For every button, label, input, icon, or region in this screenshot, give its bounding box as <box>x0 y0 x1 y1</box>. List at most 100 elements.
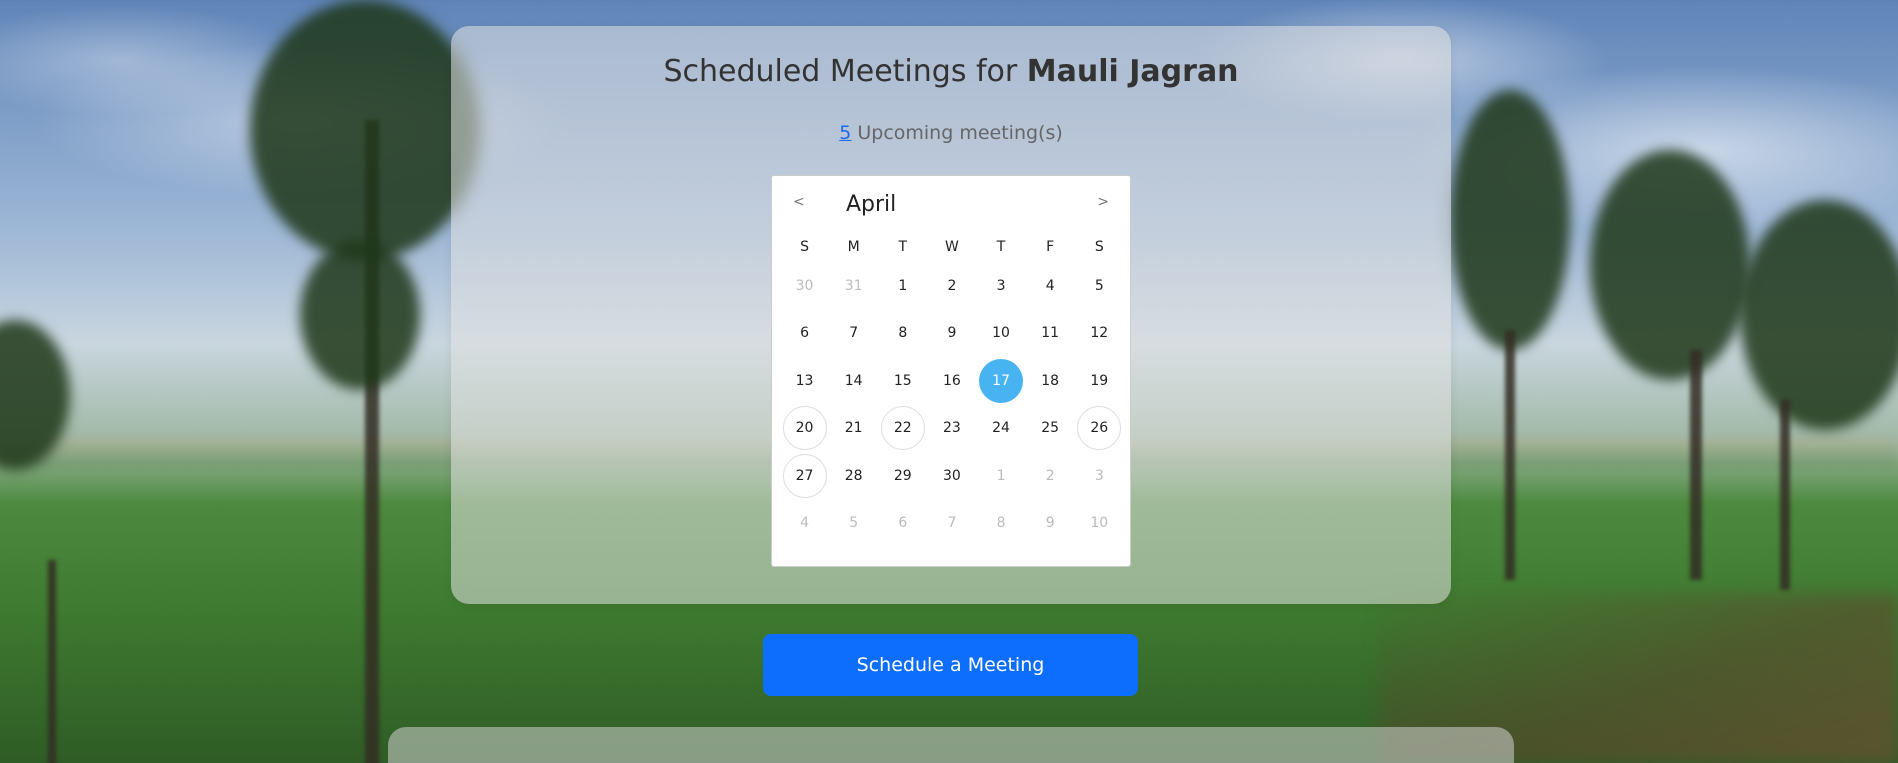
calendar-day-number: 28 <box>844 467 863 484</box>
calendar-day-outside-month[interactable]: 9 <box>1026 500 1075 548</box>
calendar-day[interactable]: 5 <box>1075 262 1124 310</box>
calendar-day-outside-month[interactable]: 31 <box>829 262 878 310</box>
calendar-day-outside-month[interactable]: 7 <box>927 500 976 548</box>
calendar-day-outside-month[interactable]: 10 <box>1075 500 1124 548</box>
calendar-day[interactable]: 25 <box>1026 405 1075 453</box>
calendar-day[interactable]: 19 <box>1075 357 1124 405</box>
calendar-day[interactable]: 15 <box>878 357 927 405</box>
calendar-day-number: 8 <box>898 325 908 342</box>
calendar-day-outside-month[interactable]: 3 <box>1075 452 1124 500</box>
calendar-day-number: 6 <box>898 515 908 532</box>
meetings-card: Scheduled Meetings for Mauli Jagran 5 Up… <box>451 26 1451 604</box>
calendar-grid: S M T W T F S 30 31 1 2 3 4 5 6 7 8 9 10 11 12 13 14 15 1… <box>780 236 1124 547</box>
calendar-day-number: 26 <box>1077 406 1122 451</box>
calendar-day-number: 8 <box>996 515 1006 532</box>
calendar-day[interactable]: 13 <box>780 357 829 405</box>
calendar-day-number: 3 <box>996 277 1006 294</box>
calendar-day[interactable]: 18 <box>1026 357 1075 405</box>
calendar-day[interactable]: 16 <box>927 357 976 405</box>
title-prefix: Scheduled Meetings for <box>663 54 1018 89</box>
calendar-day-number: 1 <box>996 467 1006 484</box>
upcoming-label: Upcoming meeting(s) <box>857 122 1063 144</box>
calendar-day-number: 4 <box>800 515 810 532</box>
calendar-day-number: 10 <box>992 325 1010 342</box>
calendar-day-number: 19 <box>1090 372 1109 389</box>
calendar-day[interactable]: 4 <box>1026 262 1075 310</box>
calendar-day-number: 22 <box>880 406 925 451</box>
calendar-day-number: 14 <box>844 372 863 389</box>
calendar-day-today[interactable]: 17 <box>977 357 1026 405</box>
calendar-week-row: 4 5 6 7 8 9 10 <box>780 500 1124 548</box>
calendar-day[interactable]: 29 <box>878 452 927 500</box>
calendar-day[interactable]: 7 <box>829 310 878 358</box>
calendar-day[interactable]: 28 <box>829 452 878 500</box>
calendar: < April > S M T W T F S 30 31 1 2 3 4 5 6 7 8 9 10 1… <box>771 175 1131 567</box>
calendar-day-number: 4 <box>1045 277 1055 294</box>
calendar-week-row: 20 21 22 23 24 25 26 <box>780 405 1124 453</box>
user-name: Mauli Jagran <box>1026 54 1239 89</box>
calendar-day-outside-month[interactable]: 4 <box>780 500 829 548</box>
calendar-day-meeting[interactable]: 27 <box>780 452 829 500</box>
next-month-button[interactable]: > <box>1097 194 1109 210</box>
calendar-day[interactable]: 1 <box>878 262 927 310</box>
calendar-day[interactable]: 12 <box>1075 310 1124 358</box>
weekday-row: S M T W T F S <box>780 232 1124 262</box>
calendar-day-number: 6 <box>800 325 810 342</box>
calendar-day-number: 17 <box>979 358 1024 403</box>
calendar-day-number: 23 <box>943 420 961 437</box>
calendar-day-number: 30 <box>943 467 961 484</box>
calendar-week-row: 6 7 8 9 10 11 12 <box>780 310 1124 358</box>
weekday-label: T <box>996 239 1006 255</box>
calendar-day-number: 9 <box>1045 515 1055 532</box>
calendar-day-number: 15 <box>893 372 912 389</box>
calendar-day-number: 25 <box>1041 420 1060 437</box>
calendar-day-number: 5 <box>1094 277 1104 294</box>
calendar-day[interactable]: 6 <box>780 310 829 358</box>
calendar-day[interactable]: 9 <box>927 310 976 358</box>
calendar-day-number: 12 <box>1090 325 1109 342</box>
calendar-day[interactable]: 23 <box>927 405 976 453</box>
calendar-day-number: 30 <box>795 277 814 294</box>
calendar-day-outside-month[interactable]: 30 <box>780 262 829 310</box>
schedule-meeting-button[interactable]: Schedule a Meeting <box>763 634 1138 696</box>
calendar-day[interactable]: 24 <box>977 405 1026 453</box>
calendar-day[interactable]: 3 <box>977 262 1026 310</box>
calendar-week-row: 27 28 29 30 1 2 3 <box>780 452 1124 500</box>
weekday-label: T <box>898 239 908 255</box>
calendar-day-number: 7 <box>849 325 859 342</box>
calendar-day-outside-month[interactable]: 5 <box>829 500 878 548</box>
calendar-week-row: 13 14 15 16 17 18 19 <box>780 357 1124 405</box>
prev-month-button[interactable]: < <box>793 194 805 210</box>
calendar-header: < April > <box>772 176 1130 228</box>
calendar-day-outside-month[interactable]: 1 <box>977 452 1026 500</box>
calendar-day-number: 5 <box>849 515 859 532</box>
weekday-label: W <box>945 239 959 255</box>
calendar-day-number: 2 <box>947 277 957 294</box>
calendar-day-outside-month[interactable]: 2 <box>1026 452 1075 500</box>
page-title: Scheduled Meetings for Mauli Jagran <box>451 54 1451 89</box>
calendar-day[interactable]: 11 <box>1026 310 1075 358</box>
calendar-day-meeting[interactable]: 22 <box>878 405 927 453</box>
calendar-day-meeting[interactable]: 26 <box>1075 405 1124 453</box>
calendar-day[interactable]: 14 <box>829 357 878 405</box>
calendar-day-outside-month[interactable]: 8 <box>977 500 1026 548</box>
calendar-day[interactable]: 2 <box>927 262 976 310</box>
upcoming-count-link[interactable]: 5 <box>839 122 851 144</box>
calendar-day-number: 3 <box>1094 467 1104 484</box>
calendar-day-meeting[interactable]: 20 <box>780 405 829 453</box>
calendar-day[interactable]: 10 <box>977 310 1026 358</box>
calendar-month: April <box>846 192 897 217</box>
weekday-label: M <box>847 239 860 255</box>
calendar-day[interactable]: 8 <box>878 310 927 358</box>
upcoming-summary: 5 Upcoming meeting(s) <box>451 122 1451 144</box>
calendar-day-number: 13 <box>795 372 814 389</box>
calendar-day-number: 9 <box>947 325 957 342</box>
calendar-day-number: 29 <box>893 467 912 484</box>
calendar-day-outside-month[interactable]: 6 <box>878 500 927 548</box>
calendar-day[interactable]: 21 <box>829 405 878 453</box>
calendar-week-row: 30 31 1 2 3 4 5 <box>780 262 1124 310</box>
calendar-day-number: 11 <box>1041 325 1060 342</box>
calendar-day-number: 27 <box>782 453 827 498</box>
calendar-day[interactable]: 30 <box>927 452 976 500</box>
calendar-day-number: 24 <box>992 420 1010 437</box>
